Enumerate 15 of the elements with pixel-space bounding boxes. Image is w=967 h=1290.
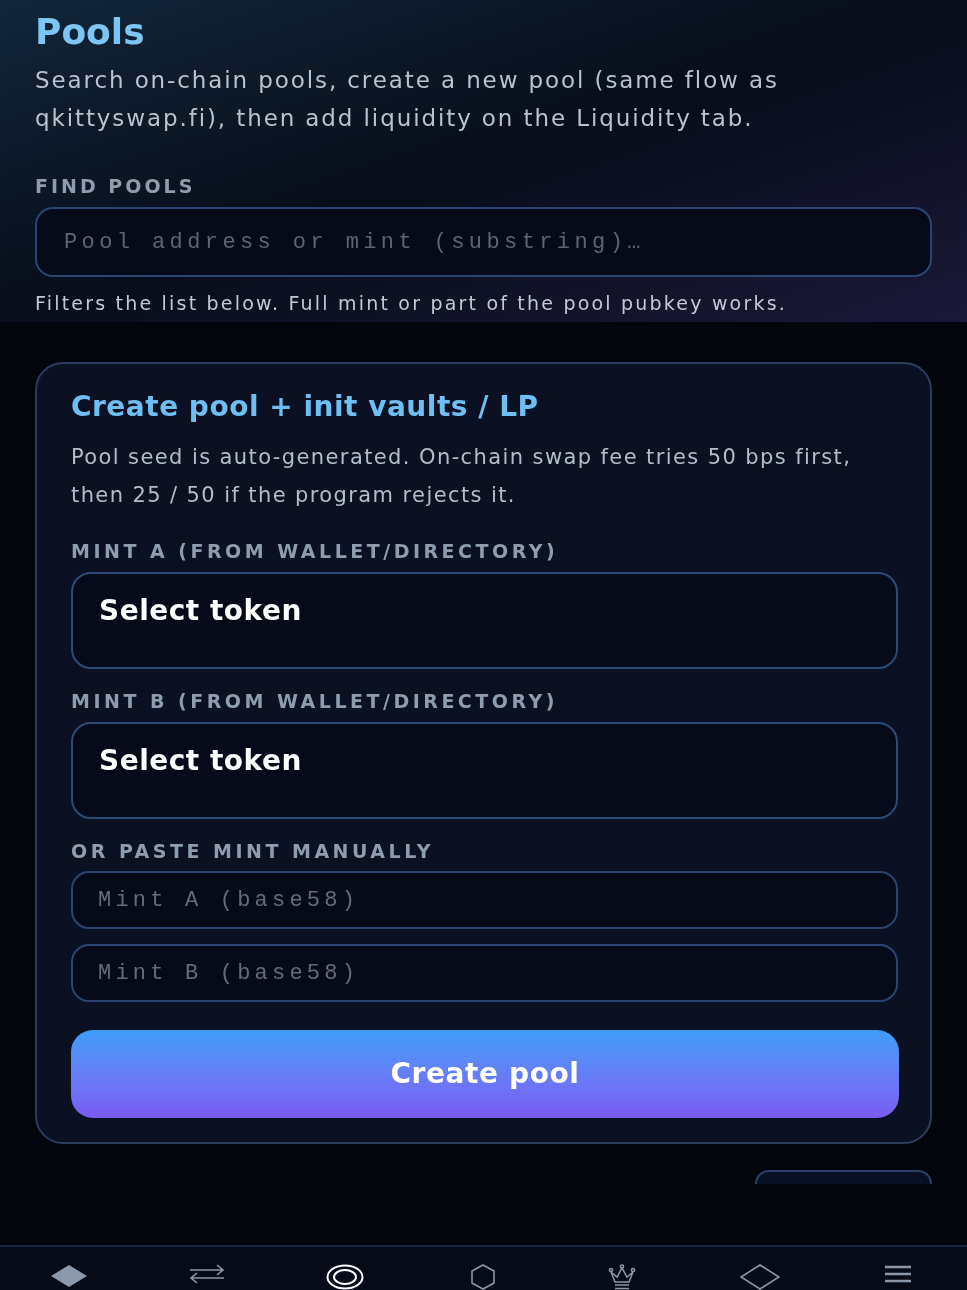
- card-description: Pool seed is auto-generated. On-chain swap fee tries 50 bps first, then 25 / 50 if the program rejects it.: [71, 444, 853, 509]
- mint-address-field[interactable]: Mint A (base58): [71, 871, 898, 929]
- card-title: Create pool + init vaults / LP: [71, 390, 540, 424]
- field-label: MINT A (FROM WALLET/DIRECTORY): [71, 539, 560, 563]
- field-label: FIND POOLS: [35, 174, 197, 198]
- field-label: OR PASTE MINT MANUALLY: [71, 839, 436, 863]
- field-label: MINT B (FROM WALLET/DIRECTORY): [71, 689, 559, 713]
- page-description: Search on-chain pools, create a new pool (same flow as qkittyswap.fi), then add liquidity on the Liquidity tab.: [35, 66, 780, 133]
- pool-search-field[interactable]: Pool address or mint (substring)…: [35, 207, 932, 277]
- page-title: Pools: [35, 10, 146, 53]
- mint-address-field[interactable]: Mint B (base58): [71, 944, 898, 1002]
- create-pool-button[interactable]: Create pool: [71, 1030, 899, 1118]
- token-select[interactable]: Select token: [71, 722, 898, 819]
- field-hint: Filters the list below. Full mint or part of the pool pubkey works.: [35, 291, 788, 316]
- token-select[interactable]: Select token: [71, 572, 898, 669]
